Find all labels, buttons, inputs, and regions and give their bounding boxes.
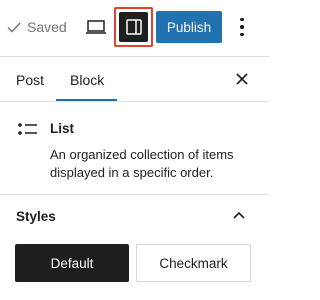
more-vertical-icon[interactable] (236, 14, 248, 40)
block-title: List (50, 121, 75, 136)
styles-panel-title[interactable]: Styles (16, 209, 56, 224)
settings-panel-button-fill (119, 12, 148, 42)
settings-panel-button[interactable] (114, 7, 153, 47)
close-icon[interactable] (233, 70, 251, 88)
divider (0, 56, 269, 57)
top-toolbar: Saved Publish (0, 0, 269, 56)
divider (0, 101, 269, 102)
kebab-dot (240, 25, 244, 29)
saved-label: Saved (27, 19, 67, 35)
publish-button[interactable]: Publish (156, 11, 222, 43)
list-icon (18, 123, 37, 135)
style-checkmark-button[interactable]: Checkmark (136, 244, 251, 282)
tab-post[interactable]: Post (16, 72, 44, 88)
kebab-dot (240, 17, 244, 22)
saved-status: Saved (6, 17, 67, 37)
check-icon (7, 22, 21, 33)
kebab-dot (240, 32, 244, 37)
tab-block[interactable]: Block (70, 72, 104, 88)
style-default-button[interactable]: Default (15, 244, 129, 282)
chevron-up-icon[interactable] (232, 210, 246, 220)
block-description: An organized collection of items display… (50, 147, 234, 180)
laptop-icon[interactable] (85, 18, 107, 36)
sidebar-panel-icon (125, 19, 142, 35)
editor-sidebar: Saved Publish Post Block List An organiz… (0, 0, 269, 300)
divider (0, 194, 269, 195)
